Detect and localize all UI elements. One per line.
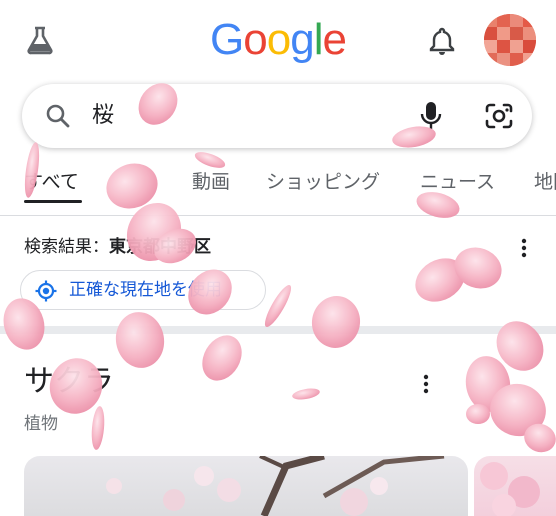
search-query-text[interactable]: 桜 (92, 98, 114, 134)
more-vert-icon[interactable] (416, 372, 436, 396)
results-location-name: 東京都中野区 (109, 237, 211, 257)
location-target-icon (35, 280, 57, 302)
search-tabs: すべて 動画 ショッピング ニュース 地図 (0, 160, 556, 204)
precise-location-label: 正確な現在地を使用 (69, 280, 222, 300)
search-icon[interactable] (44, 102, 72, 130)
lens-camera-icon[interactable] (484, 102, 514, 130)
results-location-prefix: 検索結果： (24, 237, 109, 257)
google-logo: Google (0, 12, 556, 68)
section-separator (0, 326, 556, 334)
logo-letter: o (266, 15, 292, 64)
bell-icon[interactable] (428, 26, 456, 56)
active-tab-indicator (24, 200, 82, 203)
logo-letter: l (313, 15, 324, 64)
tab-shopping[interactable]: ショッピング (266, 168, 380, 196)
precise-location-button[interactable]: 正確な現在地を使用 (20, 270, 266, 310)
cherry-blossom-photo-2[interactable] (474, 456, 556, 516)
tabs-divider (0, 215, 556, 216)
cherry-blossom-photo[interactable] (24, 456, 468, 516)
results-location: 検索結果：東京都中野区 (24, 234, 211, 260)
tab-videos[interactable]: 動画 (192, 168, 230, 196)
tab-all[interactable]: すべて (24, 168, 79, 196)
logo-letter: G (210, 15, 244, 64)
search-box[interactable]: 桜 (22, 84, 532, 148)
mic-icon[interactable] (418, 100, 444, 132)
logo-letter: g (290, 15, 315, 64)
logo-letter: e (322, 15, 347, 64)
tab-maps[interactable]: 地図 (534, 168, 556, 196)
knowledge-panel-subtitle: 植物 (24, 414, 58, 434)
knowledge-panel-title: サクラ (24, 364, 114, 399)
tab-news[interactable]: ニュース (420, 168, 495, 196)
logo-letter: o (243, 15, 268, 64)
account-avatar[interactable] (484, 14, 536, 66)
more-vert-icon[interactable] (514, 236, 534, 260)
